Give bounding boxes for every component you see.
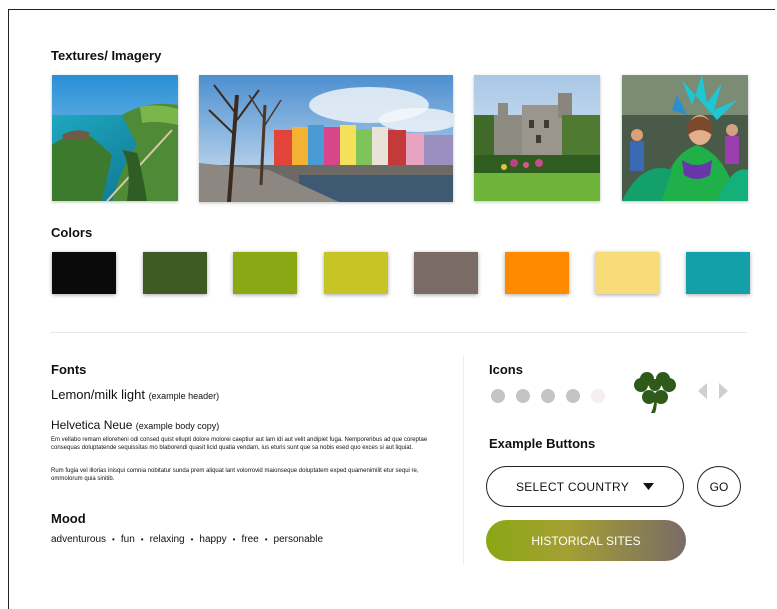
image-castle bbox=[474, 75, 600, 201]
mood-word: free bbox=[241, 534, 259, 545]
mood-separator: • bbox=[140, 535, 144, 544]
chevron-down-icon bbox=[643, 483, 655, 490]
mood-word: relaxing bbox=[149, 534, 185, 545]
mood-word: happy bbox=[199, 534, 227, 545]
color-swatch bbox=[323, 252, 388, 294]
icons-heading: Icons bbox=[489, 362, 523, 377]
mood-word: adventurous bbox=[51, 534, 107, 545]
body-copy-paragraph-2: Rum fugia vel illorias inisqui comnia no… bbox=[51, 468, 419, 482]
go-button[interactable]: GO bbox=[697, 466, 741, 507]
mood-separator: • bbox=[190, 535, 194, 544]
shamrock-icon bbox=[634, 372, 676, 413]
historical-sites-button[interactable]: HISTORICAL SITES bbox=[486, 520, 686, 561]
image-festival-dancer bbox=[622, 75, 748, 201]
font-body-sample: Helvetica Neue (example body copy) bbox=[51, 418, 219, 432]
mood-word: personable bbox=[273, 534, 324, 545]
mood-separator: • bbox=[232, 535, 236, 544]
select-country-label: SELECT COUNTRY bbox=[515, 479, 630, 494]
color-swatch bbox=[142, 252, 207, 294]
buttons-heading: Example Buttons bbox=[489, 436, 596, 451]
icon-placeholder-dot bbox=[591, 389, 605, 403]
mood-heading: Mood bbox=[51, 511, 86, 526]
select-country-dropdown[interactable]: SELECT COUNTRY bbox=[486, 466, 684, 507]
font-header-note: (example header) bbox=[148, 391, 220, 401]
mood-separator: • bbox=[112, 535, 115, 544]
color-swatch bbox=[233, 252, 297, 294]
color-swatch bbox=[504, 252, 569, 294]
mood-word: fun bbox=[120, 534, 135, 545]
font-body-note: (example body copy) bbox=[135, 421, 220, 431]
color-swatch bbox=[414, 252, 478, 294]
icon-placeholder-dot bbox=[516, 389, 530, 403]
icon-placeholder-dot bbox=[491, 389, 505, 403]
color-swatch bbox=[52, 252, 116, 294]
color-swatch bbox=[685, 252, 750, 294]
arrow-right-icon[interactable] bbox=[719, 383, 728, 399]
fonts-heading: Fonts bbox=[51, 362, 87, 377]
body-copy-paragraph-1: Em vellabo remam elloreheni odi consed q… bbox=[51, 437, 428, 451]
mood-separator: • bbox=[264, 535, 268, 544]
section-divider bbox=[50, 332, 747, 333]
image-colorful-town bbox=[199, 75, 453, 202]
arrow-left-icon[interactable] bbox=[698, 383, 707, 399]
font-body-name: Helvetica Neue bbox=[51, 418, 133, 432]
icon-placeholder-dot bbox=[566, 389, 580, 403]
color-swatch bbox=[595, 252, 659, 294]
font-header-name: Lemon/milk light bbox=[51, 387, 145, 402]
textures-heading: Textures/ Imagery bbox=[51, 48, 162, 63]
image-coastal-cliffs bbox=[52, 75, 178, 201]
column-divider bbox=[463, 355, 464, 565]
icon-placeholder-dot bbox=[541, 389, 555, 403]
mood-list: adventurous • fun • relaxing • happy • free • pers… bbox=[51, 534, 323, 545]
colors-heading: Colors bbox=[51, 225, 93, 240]
font-header-sample: Lemon/milk light (example header) bbox=[51, 387, 219, 402]
